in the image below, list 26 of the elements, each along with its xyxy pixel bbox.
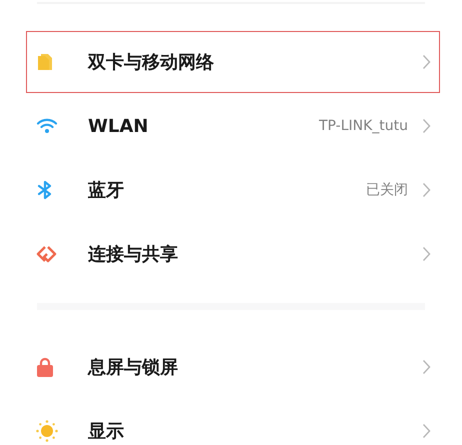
- wifi-icon: [36, 118, 58, 134]
- chevron-icon: [422, 182, 431, 198]
- row-label: 双卡与移动网络: [88, 51, 214, 74]
- settings-row[interactable]: 蓝牙 已关闭: [26, 159, 440, 221]
- row-label: WLAN: [88, 116, 148, 136]
- row-label: 息屏与锁屏: [88, 356, 178, 379]
- chevron-icon: [422, 359, 431, 375]
- row-label: 蓝牙: [88, 179, 124, 202]
- sun-icon: [36, 420, 58, 442]
- chevron-icon: [422, 118, 431, 134]
- diamond-arrows-icon: [36, 244, 58, 264]
- chevron-icon: [422, 423, 431, 439]
- settings-row[interactable]: 连接与共享: [26, 223, 440, 285]
- chevron-icon: [422, 54, 431, 70]
- settings-row[interactable]: 显示: [26, 400, 440, 445]
- chevron-icon: [422, 246, 431, 262]
- row-label: 连接与共享: [88, 243, 178, 266]
- settings-row[interactable]: WLAN TP-LINK_tutu: [26, 95, 440, 157]
- padlock-icon: [36, 357, 54, 377]
- settings-row[interactable]: 息屏与锁屏: [26, 336, 440, 398]
- row-value: 已关闭: [366, 181, 408, 199]
- bluetooth-icon: [36, 180, 54, 200]
- settings-row[interactable]: 双卡与移动网络: [26, 31, 440, 93]
- row-label: 显示: [88, 420, 124, 443]
- row-value: TP-LINK_tutu: [318, 118, 408, 134]
- sim-card-icon: [36, 53, 54, 71]
